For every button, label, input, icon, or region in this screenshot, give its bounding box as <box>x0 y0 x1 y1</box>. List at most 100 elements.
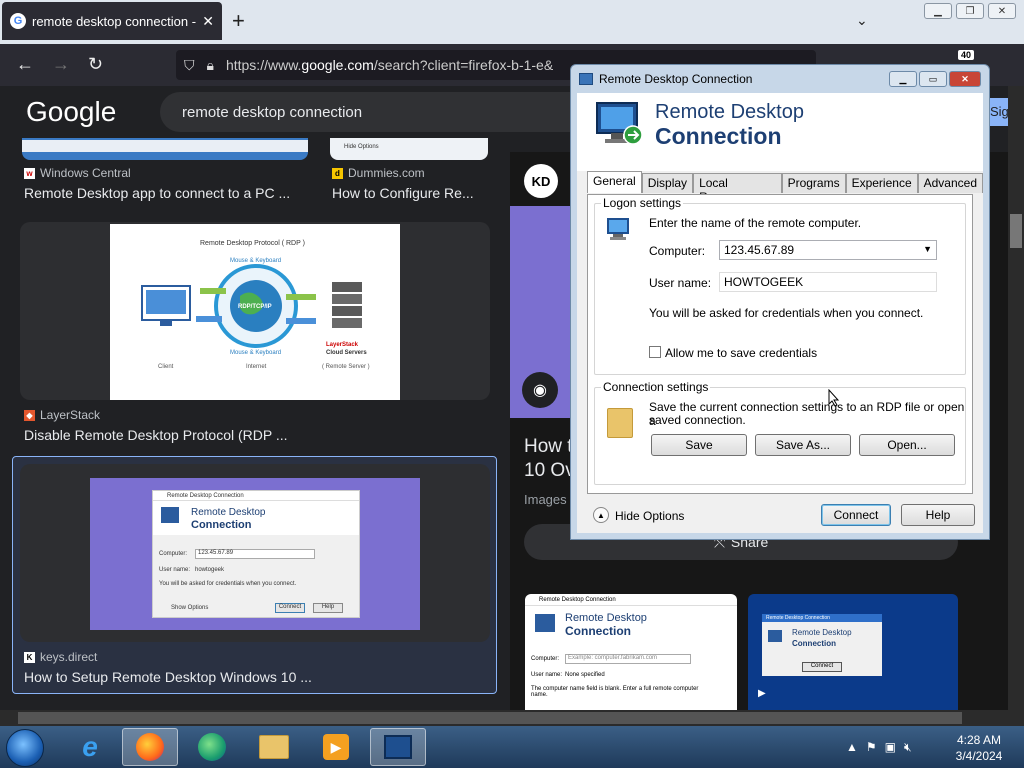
close-window-button[interactable]: ✕ <box>988 3 1016 19</box>
related-image-1[interactable]: Remote Desktop Connection Remote Desktop… <box>525 594 737 710</box>
connect-button[interactable]: Connect <box>821 504 891 526</box>
tab-experience[interactable]: Experience <box>845 173 918 193</box>
volume-muted-icon[interactable]: 🔇︎ <box>904 740 912 755</box>
diagram-title: Remote Desktop Protocol ( RDP ) <box>200 240 305 247</box>
related2-title: Remote Desktop Connection <box>762 614 882 622</box>
rdp-diagram-image[interactable]: Remote Desktop Protocol ( RDP ) Mouse & … <box>110 224 400 400</box>
result-source-windows-central[interactable]: w Windows Central <box>24 166 131 180</box>
tab-local-resources[interactable]: Local Resources <box>693 173 782 204</box>
diagram-client: Client <box>158 364 174 370</box>
logon-settings-label: Logon settings <box>601 196 684 210</box>
reload-icon[interactable]: ↻ <box>88 54 103 75</box>
rdp-minimize-button[interactable]: ▁ <box>889 71 917 87</box>
related2-connect: Connect <box>802 662 842 672</box>
diagram-layerstack: LayerStack <box>326 342 359 348</box>
system-tray: ▲ ⚑ ▣ 🔇︎ <box>846 740 912 755</box>
taskbar-clock[interactable]: 4:28 AM 3/4/2024 <box>944 732 1014 764</box>
diagram-mouse-keyboard-bottom: Mouse & Keyboard <box>230 350 282 356</box>
save-button[interactable]: Save <box>651 434 747 456</box>
vertical-scrollbar[interactable] <box>1008 86 1024 710</box>
computer-label: Computer: <box>649 244 706 258</box>
kd-logo: KD <box>524 164 558 198</box>
result-caption[interactable]: How to Configure Re... <box>332 185 474 201</box>
taskbar-media-player[interactable]: ▶ <box>308 728 364 766</box>
username-field[interactable]: HOWTOGEEK <box>719 272 937 292</box>
windows-central-favicon-icon: w <box>24 167 35 179</box>
media-player-icon: ▶ <box>323 734 349 760</box>
preview-heading-line2: 10 Ov <box>524 460 575 481</box>
rdp-tabs: General Display Local Resources Programs… <box>587 171 983 204</box>
save-as-button[interactable]: Save As... <box>755 434 851 456</box>
related1-computer-label: Computer: <box>531 656 560 662</box>
rdp-close-button[interactable]: ✕ <box>949 71 981 87</box>
minimize-button[interactable]: ▁ <box>924 3 952 19</box>
result-caption[interactable]: Disable Remote Desktop Protocol (RDP ... <box>24 427 288 443</box>
back-arrow-icon[interactable]: ← <box>16 54 34 75</box>
list-all-tabs-chevron-icon[interactable]: ⌄ <box>856 12 868 29</box>
google-logo[interactable]: Google <box>26 96 116 128</box>
network-icon[interactable]: ▣ <box>885 740 896 755</box>
combobox-dropdown-arrow-icon[interactable]: ▼ <box>923 244 932 254</box>
lens-camera-icon[interactable]: ◉ <box>522 372 558 408</box>
keys-direct-image[interactable]: Remote Desktop Connection Remote Desktop… <box>90 478 420 630</box>
taskbar-remote-desktop[interactable] <box>370 728 426 766</box>
remote-desktop-icon <box>384 735 412 759</box>
taskbar-edge[interactable] <box>184 728 240 766</box>
thumb-user-label: User name: <box>159 567 191 573</box>
rdp-computer-icon <box>596 102 643 145</box>
rdp-app-icon <box>579 73 593 85</box>
layerstack-favicon-icon: ◆ <box>24 409 35 421</box>
taskbar-firefox[interactable] <box>122 728 178 766</box>
thumb-help: Help <box>313 603 343 613</box>
thumb-dialog-banner: Remote Desktop Connection <box>153 501 359 535</box>
open-button[interactable]: Open... <box>859 434 955 456</box>
clock-time: 4:28 AM <box>956 733 1002 747</box>
horizontal-scroll-thumb[interactable] <box>18 712 962 724</box>
save-credentials-checkbox[interactable] <box>649 346 661 358</box>
username-label: User name: <box>649 276 712 290</box>
result-source-keys-direct[interactable]: Kkeys.direct <box>24 650 97 664</box>
tab-general[interactable]: General <box>587 171 642 193</box>
google-search-input[interactable]: remote desktop connection <box>160 92 590 132</box>
maximize-button[interactable]: ❐ <box>956 3 984 19</box>
hide-options-chevron-icon[interactable]: ▲ <box>593 507 609 523</box>
help-button[interactable]: Help <box>901 504 975 526</box>
vertical-scroll-thumb[interactable] <box>1010 214 1022 248</box>
browser-tab-active[interactable]: G remote desktop connection - G ✕ <box>2 2 222 40</box>
tab-close-icon[interactable]: ✕ <box>202 13 214 30</box>
horizontal-scrollbar[interactable] <box>0 710 1024 726</box>
related-image-2[interactable]: Remote Desktop Connection Remote Desktop… <box>748 594 958 710</box>
result-caption[interactable]: Remote Desktop app to connect to a PC ..… <box>24 185 290 201</box>
result-source-dummies[interactable]: d Dummies.com <box>332 166 425 180</box>
connection-settings-group: Connection settings Save the current con… <box>594 380 966 485</box>
tray-expand-icon[interactable]: ▲ <box>846 740 858 755</box>
rdp-client-area: Remote Desktop Connection General Displa… <box>577 93 983 533</box>
hide-options-link[interactable]: Hide Options <box>615 509 684 523</box>
thumb-show-options: Show Options <box>171 605 209 611</box>
rdp-diagram-svg <box>141 264 362 348</box>
internet-explorer-icon: e <box>82 731 98 762</box>
browser-window-controls: ▁ ❐ ✕ <box>924 3 1016 19</box>
tab-advanced[interactable]: Advanced <box>917 173 983 193</box>
tab-programs[interactable]: Programs <box>781 173 846 193</box>
computer-combobox[interactable]: 123.45.67.89 ▼ <box>719 240 937 260</box>
diagram-internet: Internet <box>246 364 267 370</box>
start-button[interactable] <box>6 729 44 767</box>
thumb-pc-icon <box>161 507 179 523</box>
new-tab-button[interactable]: + <box>232 8 245 34</box>
forward-arrow-icon[interactable]: → <box>52 54 70 75</box>
tab-display[interactable]: Display <box>641 173 694 193</box>
save-credentials-label[interactable]: Allow me to save credentials <box>665 346 817 360</box>
taskbar-ie[interactable]: e <box>62 728 118 766</box>
result-caption[interactable]: How to Setup Remote Desktop Windows 10 .… <box>24 669 312 685</box>
clock-date: 3/4/2024 <box>955 749 1003 763</box>
tracking-shield-icon[interactable]: ⛉ <box>184 57 195 74</box>
lock-icon[interactable]: 🔒︎ <box>207 57 214 74</box>
taskbar-explorer[interactable] <box>246 728 302 766</box>
result-source-layerstack[interactable]: ◆ LayerStack <box>24 408 100 422</box>
rdp-maximize-button[interactable]: ▭ <box>919 71 947 87</box>
action-center-flag-icon[interactable]: ⚑ <box>866 740 877 755</box>
preview-heading-line1: How t <box>524 436 573 457</box>
thumb-banner-line2: Connection <box>191 519 252 531</box>
thumb-banner-line1: Remote Desktop <box>191 507 266 518</box>
